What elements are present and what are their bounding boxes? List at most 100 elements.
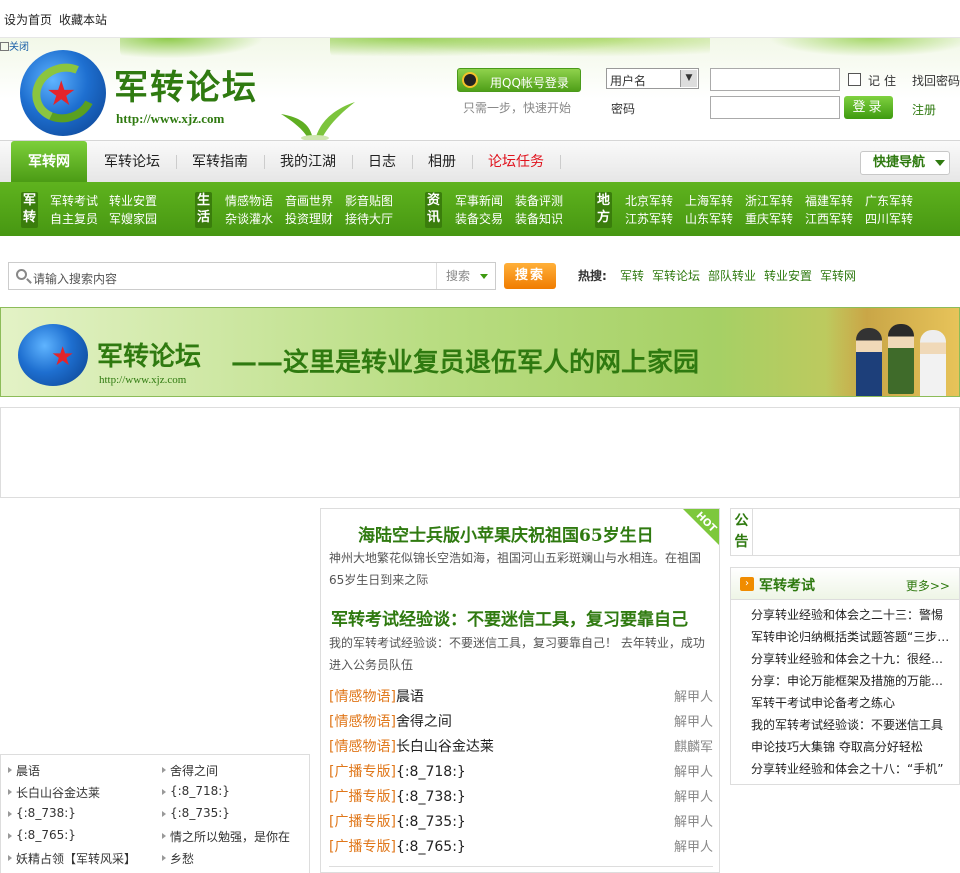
category-link[interactable]: 音画世界 xyxy=(285,192,333,209)
thread-row[interactable]: [情感物语]长白山谷金达莱 麒麟军 xyxy=(329,735,713,760)
leaf-decoration xyxy=(330,38,710,62)
list-item[interactable]: 情之所以勉强，是你在 xyxy=(161,828,290,845)
list-item[interactable]: {:8_735:} xyxy=(162,806,230,820)
hot-search-link[interactable]: 部队转业 xyxy=(708,267,756,284)
category-link[interactable]: 装备评测 xyxy=(515,192,563,209)
hot-search-link[interactable]: 军转论坛 xyxy=(652,267,700,284)
login-button[interactable]: 登录 xyxy=(844,96,893,119)
list-item[interactable]: {:8_765:} xyxy=(8,828,76,842)
nav-item-forum[interactable]: 军转论坛 xyxy=(90,141,174,183)
headline-1[interactable]: 海陆空士兵版小苹果庆祝祖国65岁生日 xyxy=(358,521,654,546)
thread-row[interactable]: [广播专版]{:8_718:} 解甲人 xyxy=(329,760,713,785)
search-type-select[interactable]: 搜索 xyxy=(436,263,496,289)
list-item[interactable]: {:8_718:} xyxy=(162,784,230,798)
nav-item-home[interactable]: 军转网 xyxy=(11,141,87,183)
close-header-link[interactable]: 关闭 xyxy=(0,38,29,53)
quick-nav-button[interactable]: 快捷导航 xyxy=(860,151,950,175)
logo-title[interactable]: 军转论坛 xyxy=(114,60,258,109)
hot-search-link[interactable]: 军转 xyxy=(620,267,644,284)
category-link[interactable]: 装备交易 xyxy=(455,210,503,227)
category-link[interactable]: 浙江军转 xyxy=(745,192,793,209)
thread-row[interactable]: [广播专版]{:8_738:} 解甲人 xyxy=(329,785,713,810)
find-password-link[interactable]: 找回密码 xyxy=(912,72,960,89)
leaf-decoration xyxy=(740,38,960,62)
banner-title: 军转论坛 xyxy=(97,342,202,372)
search-button[interactable]: 搜索 xyxy=(504,263,556,289)
category-link[interactable]: 军转考试 xyxy=(50,192,98,209)
logo-url: http://www.xjz.com xyxy=(116,111,225,126)
category-link[interactable]: 自主复员 xyxy=(50,210,98,227)
qq-login-button[interactable]: 用QQ帐号登录 xyxy=(457,68,581,92)
banner-slogan: ——这里是转业复员退伍军人的网上家园 xyxy=(231,348,700,378)
logo-emblem[interactable]: ★ xyxy=(20,50,106,136)
set-home-link[interactable]: 设为首页 xyxy=(4,11,52,28)
list-item[interactable]: 长白山谷金达莱 xyxy=(7,784,100,801)
list-item[interactable]: 舍得之间 xyxy=(161,762,218,779)
hot-search-link[interactable]: 转业安置 xyxy=(764,267,812,284)
category-link[interactable]: 情感物语 xyxy=(225,192,273,209)
thread-row[interactable]: [情感物语]晨语 解甲人 xyxy=(329,685,713,710)
remember-checkbox[interactable] xyxy=(848,73,861,86)
category-link[interactable]: 江西军转 xyxy=(805,210,853,227)
username-type-select[interactable]: 用户名 ▼ xyxy=(606,68,699,89)
ad-placeholder xyxy=(0,407,960,498)
thread-row[interactable]: [广播专版]{:8_765:} 解甲人 xyxy=(329,835,713,860)
top-bar: 设为首页 收藏本站 xyxy=(0,0,960,38)
bookmark-link[interactable]: 收藏本站 xyxy=(59,11,107,28)
nav-item-my-space[interactable]: 我的江湖 xyxy=(266,141,350,183)
category-link[interactable]: 装备知识 xyxy=(515,210,563,227)
list-item[interactable]: 军转申论归纳概括类试题答题“三步法” xyxy=(751,628,951,645)
category-link[interactable]: 影音贴图 xyxy=(345,192,393,209)
chevron-down-icon: ▼ xyxy=(680,70,697,87)
promo-banner[interactable]: ★ 军转论坛 http://www.xjz.com ——这里是转业复员退伍军人的… xyxy=(0,307,960,397)
list-item[interactable]: 申论技巧大集锦 夺取高分好轻松 xyxy=(751,738,951,755)
list-item[interactable]: 我的军转考试经验谈：不要迷信工具 xyxy=(751,716,951,733)
thread-row[interactable]: [广播专版]{:8_735:} 解甲人 xyxy=(329,810,713,835)
headline-2[interactable]: 军转考试经验谈：不要迷信工具，复习要靠自己 xyxy=(331,605,688,630)
register-link[interactable]: 注册 xyxy=(912,101,936,118)
category-link[interactable]: 杂谈灌水 xyxy=(225,210,273,227)
caret-down-icon xyxy=(480,274,488,279)
password-input[interactable] xyxy=(710,96,840,119)
notice-label: 公告 xyxy=(731,509,753,555)
list-item[interactable]: {:8_738:} xyxy=(8,806,76,820)
category-link[interactable]: 四川军转 xyxy=(865,210,913,227)
hot-search-link[interactable]: 军转网 xyxy=(820,267,856,284)
nav-item-album[interactable]: 相册 xyxy=(414,141,470,183)
list-item[interactable]: 分享转业经验和体会之二十三：警惕 xyxy=(751,606,951,623)
headline-2-summary: 我的军转考试经验谈：不要迷信工具，复习要靠自己！ 去年转业，成功进入公务员队伍 xyxy=(329,636,705,672)
list-item[interactable]: 军转干考试申论备考之练心 xyxy=(751,694,951,711)
list-item[interactable]: 分享转业经验和体会之十八：“手机” xyxy=(751,760,951,777)
category-link[interactable]: 山东军转 xyxy=(685,210,733,227)
thread-row[interactable]: [情感物语]舍得之间 解甲人 xyxy=(329,710,713,735)
more-link[interactable]: 更多>> xyxy=(906,577,950,594)
category-link[interactable]: 转业安置 xyxy=(109,192,157,209)
category-head-military: 军转 xyxy=(21,192,38,228)
category-link[interactable]: 福建军转 xyxy=(805,192,853,209)
password-label: 密码 xyxy=(611,102,636,116)
notice-box: 公告 xyxy=(730,508,960,556)
search-icon xyxy=(16,269,27,280)
category-link[interactable]: 接待大厅 xyxy=(345,210,393,227)
category-link[interactable]: 军事新闻 xyxy=(455,192,503,209)
broken-image-icon xyxy=(0,42,9,51)
category-link[interactable]: 北京军转 xyxy=(625,192,673,209)
category-link[interactable]: 重庆军转 xyxy=(745,210,793,227)
caret-down-icon xyxy=(935,160,945,166)
list-item[interactable]: 分享转业经验和体会之十九：很经典的 xyxy=(751,650,951,667)
list-item[interactable]: 晨语 xyxy=(7,762,40,779)
nav-item-guide[interactable]: 军转指南 xyxy=(178,141,262,183)
category-link[interactable]: 上海军转 xyxy=(685,192,733,209)
category-link[interactable]: 江苏军转 xyxy=(625,210,673,227)
nav-item-tasks[interactable]: 论坛任务 xyxy=(474,141,558,183)
list-item[interactable]: 妖精占领【军转风采】 xyxy=(7,850,136,867)
category-link[interactable]: 投资理财 xyxy=(285,210,333,227)
category-link[interactable]: 广东军转 xyxy=(865,192,913,209)
list-item[interactable]: 乡愁 xyxy=(161,850,194,867)
search-input[interactable]: 请输入搜索内容 搜索 xyxy=(8,262,496,290)
nav-item-blog[interactable]: 日志 xyxy=(354,141,410,183)
list-item[interactable]: 分享：申论万能框架及措施的万能模板 xyxy=(751,672,951,689)
username-input[interactable] xyxy=(710,68,840,91)
category-link[interactable]: 军嫂家园 xyxy=(109,210,157,227)
exam-section-title[interactable]: 军转考试 xyxy=(759,575,815,595)
